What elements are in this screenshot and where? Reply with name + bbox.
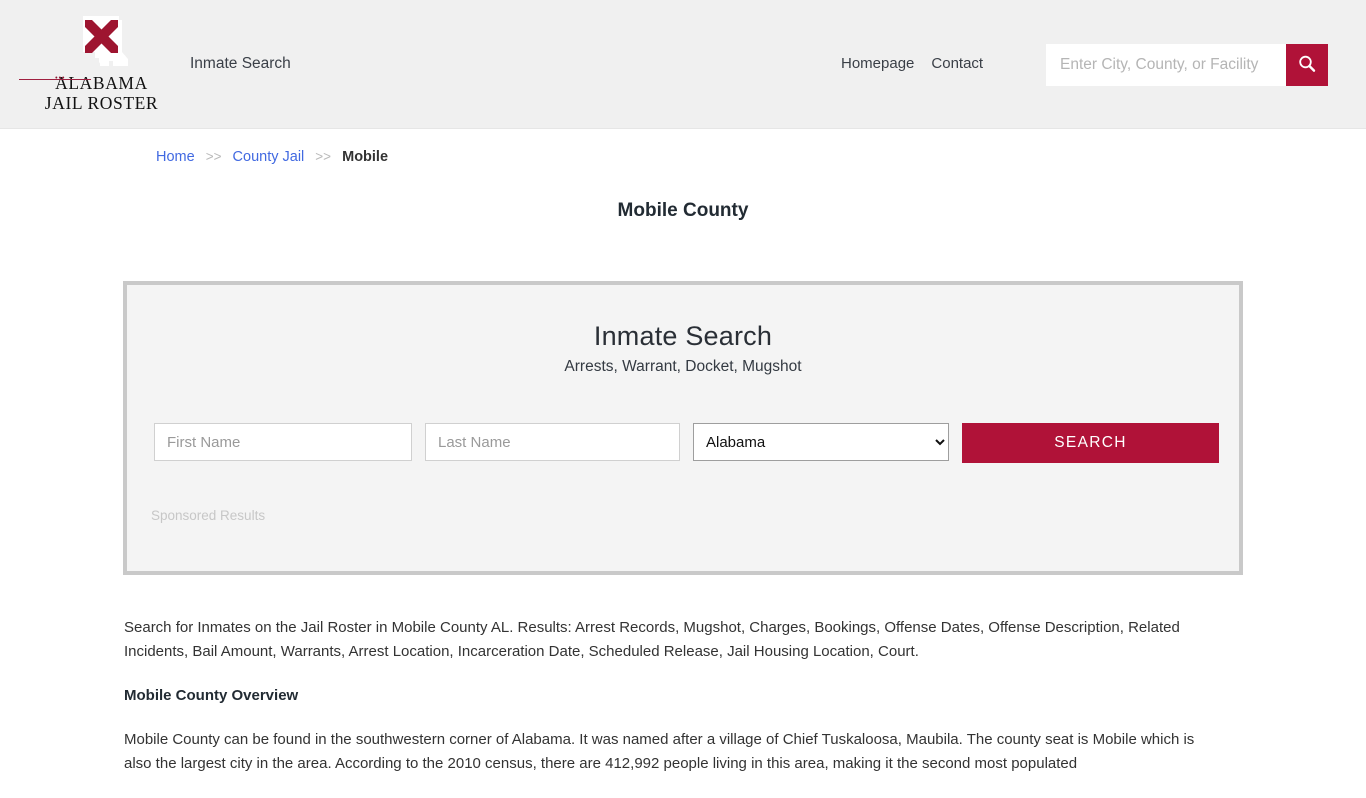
panel-subtitle: Arrests, Warrant, Docket, Mugshot [564,358,802,375]
site-header: ••• ALABAMA JAIL ROSTER Inmate Search Ho… [0,0,1366,129]
first-name-input[interactable] [154,423,412,461]
breadcrumb-separator: >> [315,149,332,164]
header-search-button[interactable] [1286,44,1328,86]
header-search-input[interactable] [1046,44,1286,86]
search-submit-button[interactable]: SEARCH [962,423,1219,463]
main-navigation: Homepage Contact [841,55,983,72]
state-select[interactable]: Alabama [693,423,949,461]
breadcrumb-item-home[interactable]: Home [156,149,195,165]
breadcrumb-item-current: Mobile [342,149,389,165]
site-logo[interactable]: ••• ALABAMA JAIL ROSTER [44,12,159,113]
sponsored-results-label: Sponsored Results [151,508,266,523]
breadcrumb: Home >> County Jail >> Mobile [156,149,388,165]
inmate-search-panel: Inmate Search Arrests, Warrant, Docket, … [123,281,1243,575]
breadcrumb-item-county-jail[interactable]: County Jail [233,149,305,165]
brand-name-line2: JAIL ROSTER [44,93,159,113]
overview-heading: Mobile County Overview [124,687,299,704]
search-icon [1297,54,1317,77]
panel-title: Inmate Search [593,321,773,351]
breadcrumb-separator: >> [205,149,222,164]
site-tagline: Inmate Search [190,55,291,72]
alabama-state-flag-icon [44,12,159,74]
intro-paragraph: Search for Inmates on the Jail Roster in… [124,619,1180,660]
inmate-search-form: Alabama SEARCH [154,423,1219,463]
nav-item-homepage[interactable]: Homepage [841,55,914,72]
overview-paragraph: Mobile County can be found in the southw… [124,731,1195,772]
last-name-input[interactable] [425,423,680,461]
header-search [1046,44,1328,86]
page-title: Mobile County [617,200,749,221]
nav-item-contact[interactable]: Contact [931,55,983,72]
page-content: Search for Inmates on the Jail Roster in… [124,616,1214,798]
brand-name-line1: ALABAMA [55,73,148,93]
